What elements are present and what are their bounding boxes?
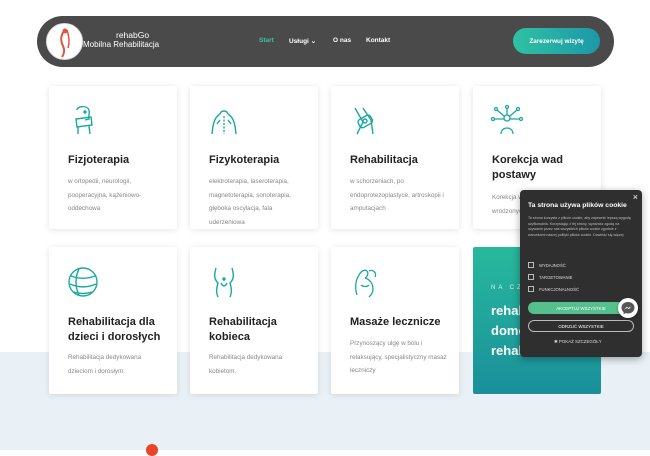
nav-uslugi[interactable]: Usługi ⌄: [289, 37, 316, 45]
female-pelvis-icon: [208, 265, 240, 299]
decorative-dot: [146, 444, 158, 456]
logo-icon[interactable]: [46, 23, 83, 60]
card-text: Przynoszący ulgę w bólu i relaksujący, s…: [350, 340, 447, 374]
massage-hand-icon: [349, 265, 381, 299]
card-title: Rehabilitacja: [350, 154, 418, 166]
card-title: Fizykoterapia: [209, 154, 280, 166]
cookie-description: Ta strona korzysta z plików cookie, aby …: [528, 216, 631, 237]
chevron-down-icon: ⌄: [310, 38, 317, 45]
service-card-masaze[interactable]: Masaże lecznicze Przynoszący ulgę w bólu…: [331, 247, 459, 394]
show-details-link[interactable]: ✱ POKAŻ SZCZEGÓŁY: [554, 339, 602, 345]
card-title: Masaże lecznicze: [350, 316, 441, 328]
card-text: Rehabilitacja dedykowana kobietom.: [209, 354, 283, 375]
nav-o-nas[interactable]: O nas: [333, 37, 351, 44]
posture-nodes-icon: [490, 104, 524, 138]
card-title: Korekcja wad postawy: [492, 154, 563, 181]
reject-all-button[interactable]: ODRZUĆ WSZYSTKIE: [528, 320, 634, 332]
messenger-chat-button[interactable]: [618, 298, 638, 318]
close-icon[interactable]: ×: [633, 192, 638, 202]
cookie-consent-panel: × Ta strona używa plików cookie Ta stron…: [520, 190, 642, 357]
service-card-rehabilitacja[interactable]: Rehabilitacja w schorzeniach, po endopro…: [331, 86, 459, 229]
knee-brace-icon: [349, 104, 381, 138]
neck-brace-icon: [67, 104, 99, 138]
service-card-fizjoterapia[interactable]: Fizjoterapia w ortopedii, neurologii, po…: [49, 86, 177, 229]
service-card-dzieci-dorosli[interactable]: Rehabilitacja dla dzieci i dorosłych Reh…: [49, 247, 177, 394]
service-card-kobieca[interactable]: Rehabilitacja kobieca Rehabilitacja dedy…: [190, 247, 318, 394]
gear-icon: ✱: [554, 339, 558, 344]
cookie-title: Ta strona używa plików cookie: [528, 202, 627, 209]
promo-kicker: NA CZ: [491, 285, 524, 291]
card-text: w ortopedii, neurologii, pooperacyjna, k…: [68, 178, 142, 212]
service-card-fizykoterapia[interactable]: Fizykoterapia elektroterapia, laserotera…: [190, 86, 318, 229]
card-text: elektroterapia, laseroterapia, magnetote…: [209, 178, 291, 226]
cookie-option-label: FUNKCJONALNOŚĆ: [539, 286, 580, 292]
exercise-ball-icon: [67, 265, 99, 299]
card-text: w schorzeniach, po endoprotezoplastyce, …: [350, 178, 444, 212]
cookie-option-label: WYDAJNOŚĆ: [539, 262, 566, 268]
cookie-option-label: TARGETOWANIE: [539, 274, 573, 280]
checkbox[interactable]: [528, 286, 534, 292]
brand-top: rehabGo: [116, 30, 150, 40]
back-spine-icon: [208, 104, 240, 138]
show-details-label: POKAŻ SZCZEGÓŁY: [558, 339, 602, 344]
checkbox[interactable]: [528, 274, 534, 280]
card-title: Fizjoterapia: [68, 154, 130, 166]
card-text: Rehabilitacja dedykowana dzieciom i doro…: [68, 354, 142, 375]
brand-bottom: Mobilna Rehabilitacja: [83, 39, 160, 49]
site-header: rehabGo Mobilna Rehabilitacja Start Usłu…: [37, 16, 614, 67]
cookie-option-targeting[interactable]: TARGETOWANIE: [528, 274, 572, 280]
card-title: Rehabilitacja kobieca: [209, 316, 277, 343]
cookie-option-functionality[interactable]: FUNKCJONALNOŚĆ: [528, 286, 579, 292]
messenger-icon: [621, 302, 635, 315]
nav-kontakt[interactable]: Kontakt: [366, 37, 390, 44]
nav-start[interactable]: Start: [259, 37, 274, 44]
brand-name[interactable]: rehabGo Mobilna Rehabilitacja: [83, 31, 159, 49]
book-visit-button[interactable]: Zarezerwuj wizytę: [513, 28, 600, 54]
cookie-option-performance[interactable]: WYDAJNOŚĆ: [528, 262, 566, 268]
card-title: Rehabilitacja dla dzieci i dorosłych: [68, 316, 161, 343]
checkbox[interactable]: [528, 262, 534, 268]
nav-uslugi-label: Usługi: [289, 38, 309, 45]
